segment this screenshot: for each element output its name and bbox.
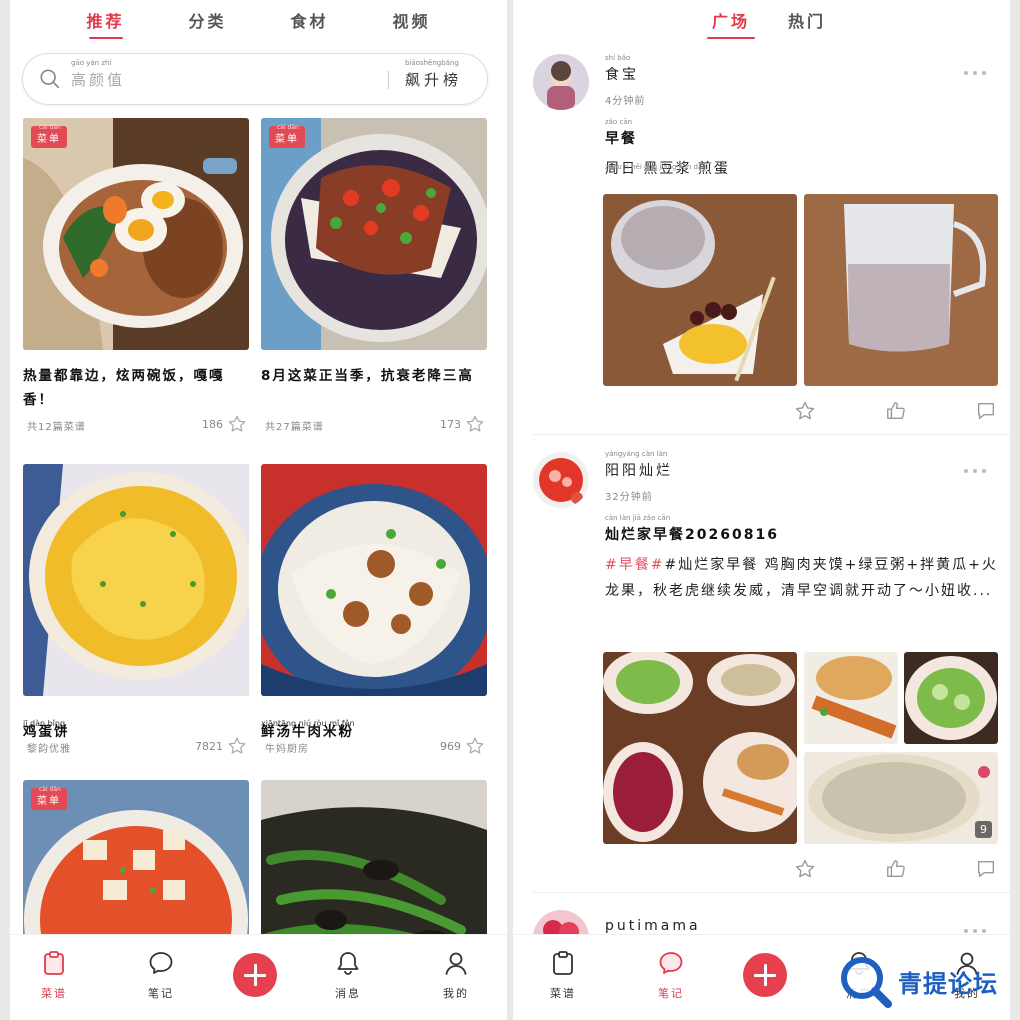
post-body[interactable]: zhōu rì hēi dòu jiāng jiān dàn 周日 黑豆浆 煎蛋: [605, 156, 1000, 182]
recipe-card[interactable]: jī dàn bǐng 鸡蛋饼 黎韵优雅 7821: [23, 464, 249, 758]
post-divider: [533, 892, 1010, 893]
post-actions: [513, 858, 1010, 882]
recipe-image[interactable]: [261, 464, 487, 696]
tab-recommend[interactable]: 推荐: [55, 0, 157, 44]
bottom-nav: 菜谱 笔记 消息 我的: [10, 934, 507, 1020]
star-icon[interactable]: [794, 858, 816, 880]
add-post-button[interactable]: [743, 953, 787, 997]
star-icon[interactable]: [465, 414, 485, 434]
recipe-meta: 共12篇菜谱 186: [23, 414, 249, 436]
favorite-count: 173: [440, 418, 461, 431]
post-image[interactable]: [603, 194, 797, 386]
recipe-meta: 共27篇菜谱 173: [261, 414, 487, 436]
recipe-screen: 推荐 分类 食材 视频 gāo yán zhí 高颜值 biāoshēngbǎng…: [10, 0, 507, 1020]
post-image[interactable]: [804, 194, 998, 386]
recipe-meta: 黎韵优雅 7821: [23, 736, 249, 758]
tab-ingredients[interactable]: 食材: [259, 0, 361, 44]
nav-messages[interactable]: 消息: [318, 949, 378, 1001]
add-post-button[interactable]: [233, 953, 277, 997]
post-divider: [533, 434, 1010, 435]
menu-badge: cài dān 菜单: [31, 124, 67, 148]
menu-badge: cài dān 菜单: [269, 124, 305, 148]
nav-recipes[interactable]: 菜谱: [24, 949, 84, 1001]
top-tabs: 推荐 分类 食材 视频: [10, 0, 507, 44]
post-image[interactable]: [804, 652, 898, 744]
star-icon[interactable]: [227, 414, 247, 434]
username[interactable]: shí bǎo 食宝: [605, 54, 639, 84]
favorite-count: 186: [202, 418, 223, 431]
post-title[interactable]: zǎo cān 早餐: [605, 118, 637, 148]
star-icon[interactable]: [794, 400, 816, 422]
thumbs-up-icon[interactable]: [885, 400, 907, 422]
more-options-icon[interactable]: [964, 466, 988, 476]
nav-notes[interactable]: 笔记: [131, 949, 191, 1001]
search-bar[interactable]: gāo yán zhí 高颜值 biāoshēngbǎng 飙升榜: [22, 53, 488, 105]
forum-watermark: 青提论坛: [836, 950, 1016, 1014]
magnifier-logo-icon: [841, 957, 892, 1008]
recipe-card[interactable]: cài dān 菜单 热量都靠边，炫两碗饭，嘎嘎香！ 共12篇菜谱 186: [23, 118, 249, 436]
person-icon: [445, 952, 467, 975]
recipe-title[interactable]: 热量都靠边，炫两碗饭，嘎嘎香！: [23, 364, 249, 414]
top-tabs: 广场 热门: [513, 0, 1010, 44]
tab-video[interactable]: 视频: [361, 0, 463, 44]
image-count-badge: 9: [975, 821, 992, 838]
comment-icon[interactable]: [975, 400, 997, 422]
recipe-author[interactable]: 牛妈厨房: [265, 740, 309, 755]
hashtag-link[interactable]: #早餐#: [605, 557, 664, 573]
post-image[interactable]: [904, 652, 998, 744]
watermark-text: 青提论坛: [898, 970, 998, 998]
recipe-author: 共27篇菜谱: [265, 422, 324, 433]
recipe-card[interactable]: xiāntāng niú ròu mǐ fěn 鲜汤牛肉米粉 牛妈厨房 969: [261, 464, 487, 758]
recipe-title[interactable]: 8月这菜正当季，抗衰老降三高: [261, 364, 487, 414]
bell-icon: [337, 952, 359, 975]
post-body[interactable]: #早餐##灿烂家早餐 鸡胸肉夹馍+绿豆粥+拌黄瓜+火龙果，秋老虎继续发威，清早空…: [605, 552, 1000, 604]
recipe-author[interactable]: 黎韵优雅: [27, 740, 71, 755]
trending-list-link[interactable]: biāoshēngbǎng 飙升榜: [405, 59, 462, 90]
more-options-icon[interactable]: [964, 68, 988, 78]
chat-bubble-icon: [659, 952, 683, 974]
post-image[interactable]: [603, 652, 797, 844]
nav-notes[interactable]: 笔记: [641, 949, 701, 1001]
avatar[interactable]: [533, 54, 589, 110]
post-actions: [513, 400, 1010, 424]
chat-bubble-icon: [149, 952, 173, 974]
search-divider: [388, 71, 389, 89]
community-screen: 广场 热门 shí bǎo 食宝 4分钟前 zǎo cān 早餐 zhōu rì h…: [513, 0, 1010, 1020]
star-icon[interactable]: [227, 736, 247, 756]
recipe-meta: 牛妈厨房 969: [261, 736, 487, 758]
avatar[interactable]: [533, 452, 589, 508]
search-icon: [40, 69, 60, 89]
recipe-image[interactable]: cài dān 菜单: [23, 118, 249, 350]
nav-profile[interactable]: 我的: [426, 949, 486, 1001]
tab-category[interactable]: 分类: [157, 0, 259, 44]
clipboard-icon: [553, 951, 573, 975]
comment-icon[interactable]: [975, 858, 997, 880]
favorite-count: 7821: [195, 740, 223, 753]
thumbs-up-icon[interactable]: [885, 858, 907, 880]
search-placeholder: gāo yán zhí 高颜值: [71, 59, 126, 89]
recipe-card[interactable]: cài dān 菜单 8月这菜正当季，抗衰老降三高 共27篇菜谱 173: [261, 118, 487, 436]
post-image[interactable]: 9: [804, 752, 998, 844]
username[interactable]: yángyáng càn làn 阳阳灿烂: [605, 450, 673, 480]
recipe-image[interactable]: [23, 464, 249, 696]
post-time: 32分钟前: [605, 492, 653, 503]
username[interactable]: putimama: [605, 918, 701, 934]
post-time: 4分钟前: [605, 96, 646, 107]
menu-badge: cài dān 菜单: [31, 786, 67, 810]
tab-square[interactable]: 广场: [693, 0, 769, 44]
nav-recipes[interactable]: 菜谱: [533, 949, 593, 1001]
post-title[interactable]: càn làn jiā zǎo cān 灿烂家早餐20260816: [605, 514, 779, 544]
recipe-author: 共12篇菜谱: [27, 422, 86, 433]
favorite-count: 969: [440, 740, 461, 753]
tab-hot[interactable]: 热门: [769, 0, 845, 44]
clipboard-icon: [44, 951, 64, 975]
star-icon[interactable]: [465, 736, 485, 756]
recipe-image[interactable]: cài dān 菜单: [261, 118, 487, 350]
